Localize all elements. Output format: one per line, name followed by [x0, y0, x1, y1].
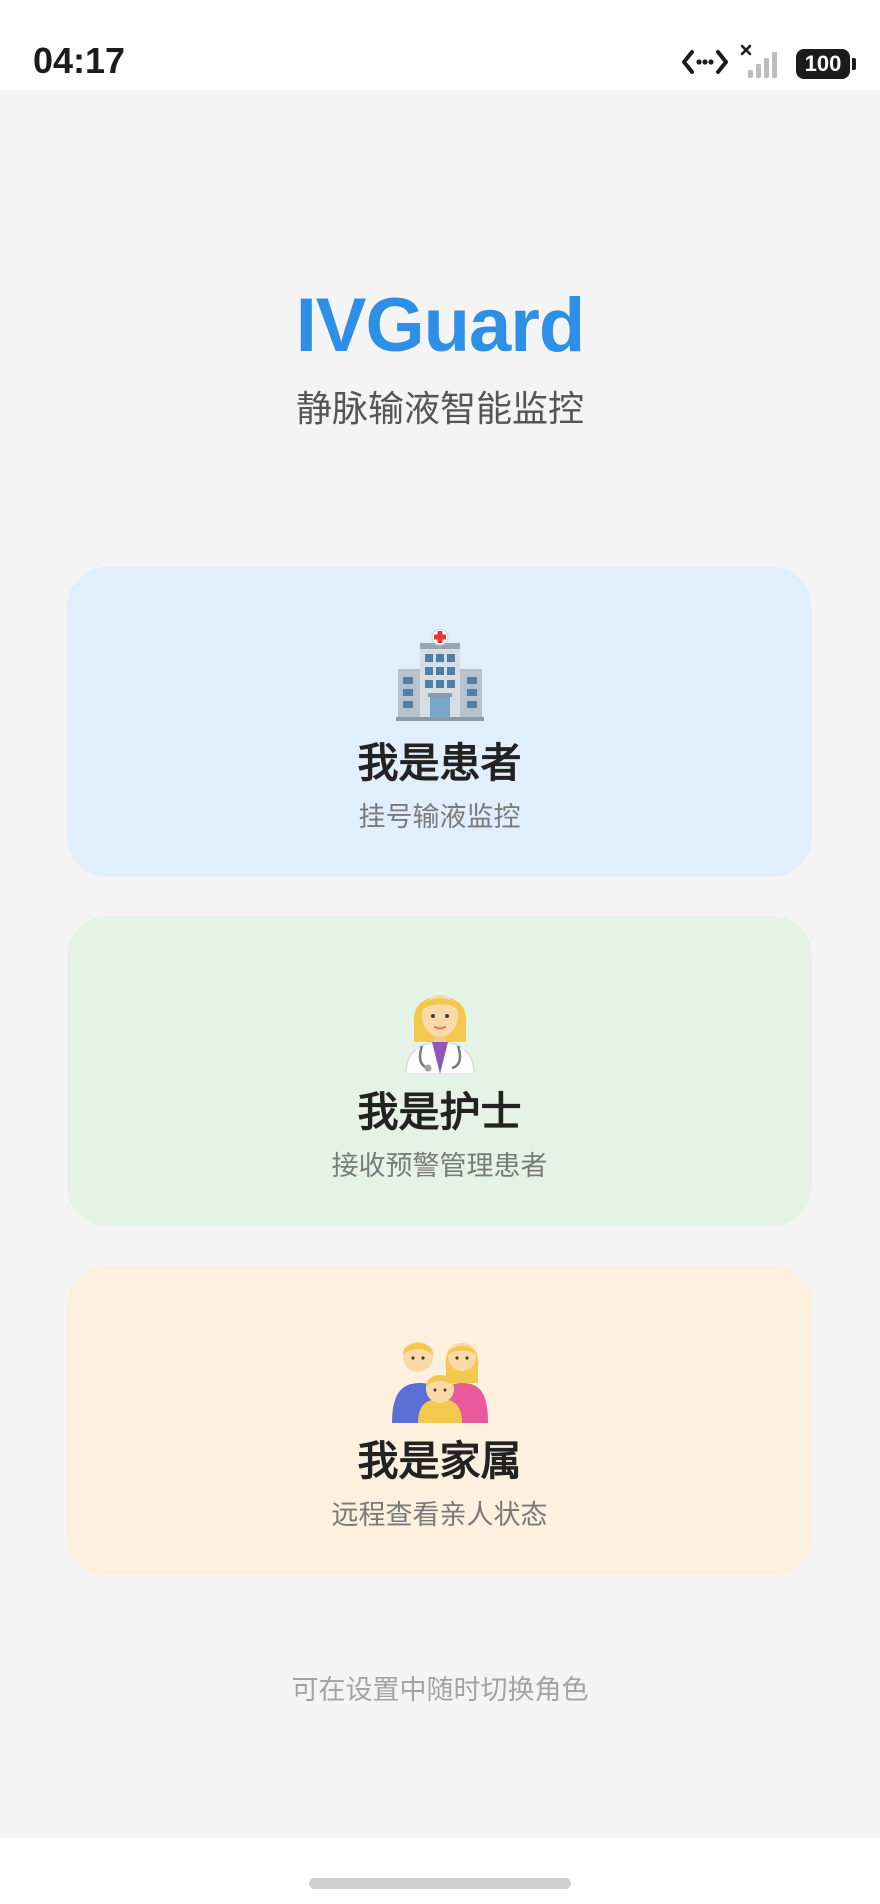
status-time: 04:17: [33, 40, 126, 81]
footer-hint: 可在设置中随时切换角色: [291, 1675, 589, 1706]
role-card-patient[interactable]: 我是患者 挂号输液监控: [67, 567, 812, 877]
signal-icon: [740, 44, 784, 84]
hospital-icon: [67, 629, 812, 725]
battery-icon: 100: [796, 49, 856, 79]
family-icon: [67, 1327, 812, 1423]
nurse-icon: [67, 978, 812, 1074]
navigation-bar: [0, 1838, 880, 1904]
role-desc-patient: 挂号输液监控: [358, 802, 521, 833]
role-title-family: 我是家属: [357, 1437, 522, 1485]
app-subtitle: 静脉输液智能监控: [295, 389, 584, 430]
home-indicator[interactable]: [309, 1878, 571, 1889]
role-title-patient: 我是患者: [357, 739, 522, 787]
status-bar: 04:17 100: [0, 0, 880, 90]
role-card-family[interactable]: 我是家属 远程查看亲人状态: [67, 1265, 812, 1575]
app-title: IVGuard: [295, 283, 586, 368]
role-title-nurse: 我是护士: [357, 1088, 522, 1136]
role-card-nurse[interactable]: 我是护士 接收预警管理患者: [67, 916, 812, 1226]
data-transfer-icon: [682, 47, 728, 81]
role-desc-family: 远程查看亲人状态: [331, 1500, 548, 1531]
role-desc-nurse: 接收预警管理患者: [331, 1151, 548, 1182]
status-icons: 100: [682, 44, 856, 84]
